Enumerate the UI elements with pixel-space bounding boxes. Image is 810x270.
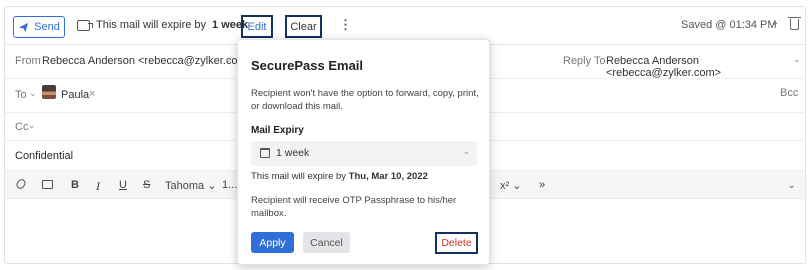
calendar-icon	[260, 148, 270, 158]
mail-expiry-select[interactable]: 1 week ⌄	[251, 141, 477, 166]
bcc-toggle[interactable]: Bcc	[780, 87, 798, 99]
apply-button[interactable]: Apply	[251, 232, 294, 253]
popover-description: Recipient won't have the option to forwa…	[251, 88, 479, 112]
trash-icon[interactable]	[788, 17, 801, 30]
otp-note: Recipient will receive OTP Passphrase to…	[251, 195, 457, 219]
font-family-select[interactable]: Tahoma ⌄	[165, 179, 216, 192]
clear-button[interactable]: Clear	[285, 15, 322, 38]
edit-button[interactable]: Edit	[241, 15, 273, 38]
reply-to-label: Reply To	[563, 55, 606, 67]
popover-title: SecurePass Email	[251, 58, 364, 73]
cancel-button[interactable]: Cancel	[303, 232, 350, 253]
expiry-date-value: Thu, Mar 10, 2022	[348, 171, 428, 182]
reply-to-field[interactable]: Rebecca Anderson <rebecca@zylker.com>	[606, 55, 805, 79]
securepass-popover: SecurePass Email Recipient won't have th…	[237, 39, 490, 265]
subject-field[interactable]: Confidential	[15, 150, 73, 162]
mail-expiry-value: 1 week	[276, 147, 310, 159]
recipient-chip[interactable]: Paula	[61, 89, 89, 101]
insert-image-icon[interactable]	[42, 180, 53, 189]
remove-recipient-icon[interactable]: ×	[89, 88, 95, 100]
toolbar-collapse-chevron-icon[interactable]: ⌄	[788, 180, 796, 191]
send-button[interactable]: Send	[13, 16, 65, 38]
underline-button[interactable]: U	[119, 179, 127, 191]
from-field[interactable]: Rebecca Anderson <rebecca@zylker.com>	[42, 55, 253, 67]
from-chevron-icon[interactable]: ⌄	[224, 54, 232, 65]
strikethrough-button[interactable]: S	[143, 179, 150, 191]
to-label[interactable]: To	[15, 89, 27, 101]
securepass-icon	[77, 19, 93, 31]
more-formatting-icon[interactable]: »	[539, 179, 545, 191]
italic-button[interactable]: I	[96, 179, 100, 194]
saved-chevron-icon[interactable]: ⌄	[771, 17, 779, 28]
send-icon	[19, 22, 29, 32]
reply-to-chevron-icon[interactable]: ⌄	[793, 54, 801, 65]
cc-chevron-icon[interactable]: ⌄	[28, 120, 36, 131]
from-label: From	[15, 55, 41, 67]
cc-label[interactable]: Cc	[15, 121, 28, 133]
expiry-date-prefix: This mail will expire by	[251, 171, 347, 182]
superscript-button[interactable]: x² ⌄	[500, 179, 521, 192]
avatar	[42, 85, 56, 99]
expiry-notice: This mail will expire by 1 week	[77, 19, 248, 31]
send-label: Send	[34, 21, 60, 33]
font-size-select[interactable]: 1...	[222, 179, 237, 191]
bold-button[interactable]: B	[71, 179, 79, 191]
to-chevron-icon[interactable]: ⌄	[29, 88, 37, 99]
mail-expiry-heading: Mail Expiry	[251, 125, 304, 136]
expiry-date-text: This mail will expire by Thu, Mar 10, 20…	[251, 171, 428, 182]
expiry-prefix: This mail will expire by	[96, 19, 207, 31]
attachment-icon[interactable]	[14, 177, 28, 191]
saved-status: Saved @ 01:34 PM	[681, 19, 777, 31]
chevron-down-icon: ⌄	[463, 147, 470, 156]
more-options-icon[interactable]: ⋮	[339, 18, 352, 31]
delete-button[interactable]: Delete	[435, 232, 478, 254]
